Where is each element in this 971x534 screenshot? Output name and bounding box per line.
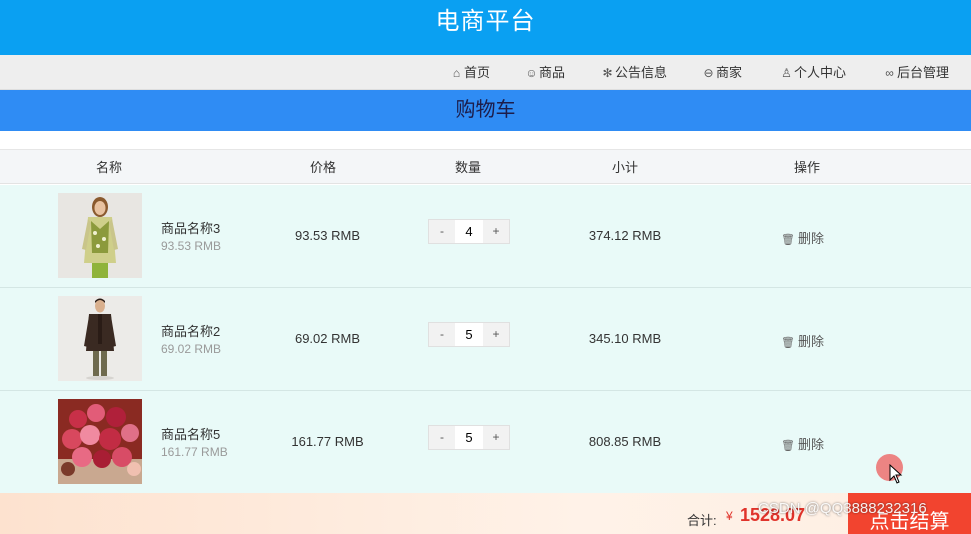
nav-item-profile[interactable]: ♙ 个人中心 — [780, 55, 846, 90]
trash-icon: 🗑 — [781, 440, 795, 452]
shop-icon: ⊖ — [703, 66, 714, 80]
price-cell: 69.02 RMB — [294, 331, 361, 346]
link-icon: ∞ — [885, 66, 894, 80]
column-header-subtotal: 小计 — [612, 160, 639, 175]
column-header-actions: 操作 — [794, 160, 821, 175]
price-cell: 161.77 RMB — [291, 434, 364, 449]
nav-item-label: 首页 — [464, 65, 491, 80]
delete-label: 删除 — [797, 437, 824, 452]
cart-row: 商品名称5 161.77 RMB 161.77 RMB - + 808.85 R… — [0, 391, 971, 494]
nav-item-label: 后台管理 — [897, 65, 950, 80]
delete-label: 删除 — [797, 334, 824, 349]
quantity-stepper: - + — [428, 425, 510, 450]
trash-icon: 🗑 — [781, 337, 795, 349]
delete-label: 删除 — [797, 231, 824, 246]
product-image[interactable] — [58, 296, 142, 381]
delete-button[interactable]: 🗑 删除 — [781, 434, 824, 453]
product-image[interactable] — [58, 193, 142, 278]
decrease-quantity-button[interactable]: - — [429, 426, 455, 449]
cart-table-header: 名称 价格 数量 小计 操作 — [0, 149, 971, 184]
quantity-input[interactable] — [455, 220, 483, 243]
product-unit-price: 93.53 RMB — [161, 239, 222, 253]
increase-quantity-button[interactable]: + — [483, 323, 509, 346]
nav-item-label: 公告信息 — [615, 65, 668, 80]
quantity-input[interactable] — [455, 426, 483, 449]
delete-button[interactable]: 🗑 删除 — [781, 331, 824, 350]
mouse-cursor-icon — [889, 464, 903, 484]
price-cell: 93.53 RMB — [294, 228, 361, 243]
user-icon: ♙ — [781, 66, 792, 80]
product-name[interactable]: 商品名称2 — [161, 321, 220, 340]
nav-item-merchants[interactable]: ⊖ 商家 — [702, 55, 742, 90]
subtotal-cell: 808.85 RMB — [588, 434, 662, 449]
quantity-input[interactable] — [455, 323, 483, 346]
page-title: 购物车 — [455, 99, 516, 121]
nav-item-label: 商品 — [539, 65, 566, 80]
increase-quantity-button[interactable]: + — [483, 426, 509, 449]
cart-row: 商品名称3 93.53 RMB 93.53 RMB - + 374.12 RMB… — [0, 185, 971, 288]
column-header-name: 名称 — [96, 160, 123, 175]
nav-item-products[interactable]: ☺商品 — [525, 55, 565, 90]
decrease-quantity-button[interactable]: - — [429, 323, 455, 346]
product-unit-price: 69.02 RMB — [161, 342, 222, 356]
cart-footer: 合计: ¥ 1528.07 点击结算 CSDN @QQ3888232316 — [0, 493, 971, 534]
paw-icon: ☺ — [525, 66, 538, 80]
snowflake-icon: ✻ — [602, 66, 613, 80]
nav-item-announcements[interactable]: ✻ 公告信息 — [601, 55, 667, 90]
increase-quantity-button[interactable]: + — [483, 220, 509, 243]
product-unit-price: 161.77 RMB — [161, 445, 228, 459]
nav-item-home[interactable]: ⌂ 首页 — [450, 55, 490, 90]
site-title: 电商平台 — [435, 8, 536, 35]
delete-button[interactable]: 🗑 删除 — [781, 228, 824, 247]
nav-item-label: 商家 — [716, 65, 743, 80]
home-icon: ⌂ — [452, 66, 461, 80]
product-name[interactable]: 商品名称3 — [161, 218, 220, 237]
subtotal-cell: 345.10 RMB — [588, 331, 662, 346]
cart-row: 商品名称2 69.02 RMB 69.02 RMB - + 345.10 RMB… — [0, 288, 971, 391]
total-label: 合计: — [687, 513, 717, 528]
subtotal-cell: 374.12 RMB — [588, 228, 662, 243]
main-nav: ⌂ 首页 ☺商品 ✻ 公告信息 ⊖ 商家 ♙ 个人中心 ∞ 后台管理 — [0, 55, 971, 90]
product-image[interactable] — [58, 399, 142, 484]
total-currency: ¥ — [726, 509, 733, 523]
csdn-watermark: CSDN @QQ3888232316 — [758, 500, 927, 517]
site-header: 电商平台 — [0, 0, 971, 55]
column-header-quantity: 数量 — [455, 160, 482, 175]
quantity-stepper: - + — [428, 322, 510, 347]
quantity-stepper: - + — [428, 219, 510, 244]
decrease-quantity-button[interactable]: - — [429, 220, 455, 243]
nav-item-label: 个人中心 — [794, 65, 847, 80]
nav-item-admin[interactable]: ∞ 后台管理 — [883, 55, 949, 90]
product-name[interactable]: 商品名称5 — [161, 424, 220, 443]
column-header-price: 价格 — [310, 160, 337, 175]
trash-icon: 🗑 — [781, 234, 795, 246]
page-title-bar: 购物车 — [0, 90, 971, 131]
